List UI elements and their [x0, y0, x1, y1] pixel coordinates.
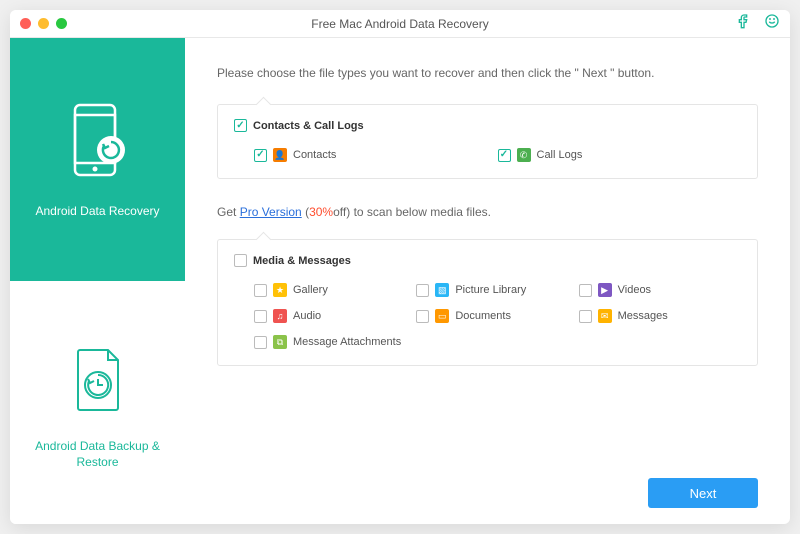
group-header[interactable]: Media & Messages — [234, 254, 741, 267]
checkbox-contacts[interactable] — [254, 149, 267, 162]
item-message-attachments[interactable]: ⧉ Message Attachments — [254, 329, 416, 355]
checkbox-picture-library[interactable] — [416, 284, 429, 297]
backup-restore-icon — [63, 335, 133, 425]
group-title: Contacts & Call Logs — [253, 120, 364, 132]
item-call-logs[interactable]: ✆ Call Logs — [498, 142, 742, 168]
videos-icon: ▶ — [598, 283, 612, 297]
sidebar-item-backup-restore[interactable]: Android Data Backup & Restore — [10, 281, 185, 524]
sidebar-item-label: Android Data Backup & Restore — [20, 439, 175, 470]
checkbox-contacts-call-logs[interactable] — [234, 119, 247, 132]
group-media-messages: Media & Messages ★ Gallery ▧ Picture Lib… — [217, 239, 758, 366]
maximize-window-button[interactable] — [56, 18, 67, 29]
titlebar-actions — [736, 13, 780, 34]
audio-icon: ♫ — [273, 309, 287, 323]
item-picture-library[interactable]: ▧ Picture Library — [416, 277, 578, 303]
pro-version-link[interactable]: Pro Version — [240, 205, 302, 219]
documents-icon: ▭ — [435, 309, 449, 323]
sidebar: Android Data Recovery Android Data Backu… — [10, 38, 185, 524]
group-items: ★ Gallery ▧ Picture Library ▶ Videos — [234, 277, 741, 355]
item-audio[interactable]: ♫ Audio — [254, 303, 416, 329]
item-label: Audio — [293, 310, 321, 322]
checkbox-audio[interactable] — [254, 310, 267, 323]
titlebar: Free Mac Android Data Recovery — [10, 10, 790, 38]
phone-recovery-icon — [63, 100, 133, 190]
contacts-icon: 👤 — [273, 148, 287, 162]
checkbox-gallery[interactable] — [254, 284, 267, 297]
pro-version-promo: Get Pro Version (30%off) to scan below m… — [217, 205, 758, 219]
close-window-button[interactable] — [20, 18, 31, 29]
checkbox-documents[interactable] — [416, 310, 429, 323]
message-attachments-icon: ⧉ — [273, 335, 287, 349]
main-content: Please choose the file types you want to… — [185, 38, 790, 524]
item-messages[interactable]: ✉ Messages — [579, 303, 741, 329]
sidebar-item-label: Android Data Recovery — [35, 204, 159, 220]
item-label: Contacts — [293, 149, 336, 161]
item-label: Message Attachments — [293, 336, 401, 348]
messages-icon: ✉ — [598, 309, 612, 323]
footer: Next — [217, 478, 758, 508]
window-controls — [20, 18, 67, 29]
feedback-icon[interactable] — [764, 13, 780, 34]
item-gallery[interactable]: ★ Gallery — [254, 277, 416, 303]
next-button[interactable]: Next — [648, 478, 758, 508]
group-header[interactable]: Contacts & Call Logs — [234, 119, 741, 132]
item-label: Messages — [618, 310, 668, 322]
facebook-icon[interactable] — [736, 13, 752, 34]
item-contacts[interactable]: 👤 Contacts — [254, 142, 498, 168]
discount-text: 30% — [309, 205, 333, 219]
checkbox-message-attachments[interactable] — [254, 336, 267, 349]
group-title: Media & Messages — [253, 255, 351, 267]
picture-library-icon: ▧ — [435, 283, 449, 297]
item-documents[interactable]: ▭ Documents — [416, 303, 578, 329]
sidebar-item-data-recovery[interactable]: Android Data Recovery — [10, 38, 185, 281]
minimize-window-button[interactable] — [38, 18, 49, 29]
checkbox-messages[interactable] — [579, 310, 592, 323]
app-window: Free Mac Android Data Recovery — [10, 10, 790, 524]
item-label: Documents — [455, 310, 511, 322]
item-label: Videos — [618, 284, 651, 296]
app-body: Android Data Recovery Android Data Backu… — [10, 38, 790, 524]
window-title: Free Mac Android Data Recovery — [10, 17, 790, 31]
instruction-text: Please choose the file types you want to… — [217, 66, 758, 80]
checkbox-call-logs[interactable] — [498, 149, 511, 162]
item-label: Call Logs — [537, 149, 583, 161]
group-contacts-call-logs: Contacts & Call Logs 👤 Contacts ✆ Call L… — [217, 104, 758, 179]
checkbox-videos[interactable] — [579, 284, 592, 297]
call-logs-icon: ✆ — [517, 148, 531, 162]
checkbox-media-messages[interactable] — [234, 254, 247, 267]
item-label: Picture Library — [455, 284, 526, 296]
item-label: Gallery — [293, 284, 328, 296]
item-videos[interactable]: ▶ Videos — [579, 277, 741, 303]
gallery-icon: ★ — [273, 283, 287, 297]
group-items: 👤 Contacts ✆ Call Logs — [234, 142, 741, 168]
